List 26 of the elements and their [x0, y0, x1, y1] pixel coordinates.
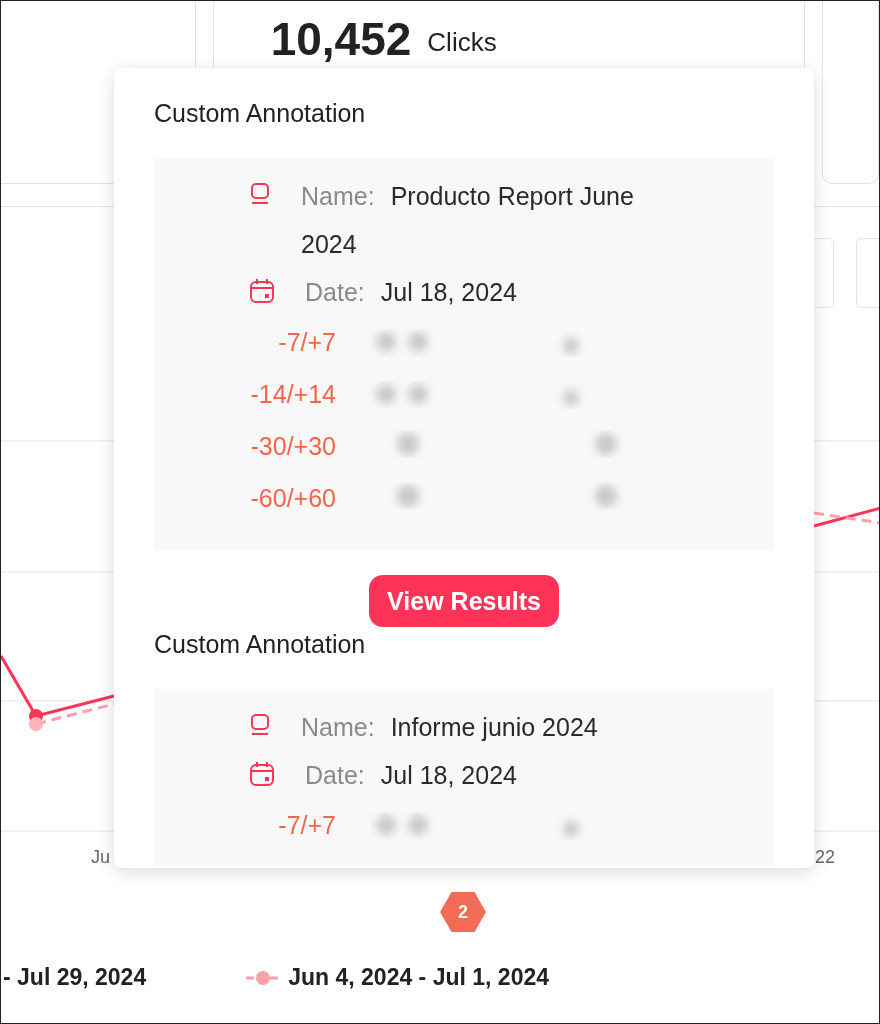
calendar-icon [249, 278, 275, 304]
field-label: Date: [305, 761, 365, 789]
calendar-icon [249, 761, 275, 787]
legend-label: - Jul 29, 2024 [3, 964, 147, 991]
annotation-title: Custom Annotation [154, 629, 367, 660]
range-label: -7/+7 [277, 327, 336, 357]
annotation-date: Jul 18, 2024 [380, 761, 517, 789]
axis-label: Ju [91, 847, 110, 869]
count-badge: 2 [440, 892, 486, 932]
note-icon [249, 182, 271, 206]
range-label: -60/+60 [249, 483, 336, 513]
annotation-name: Name: Producto Report June 2024 [301, 181, 635, 260]
range-label: -14/+14 [249, 379, 336, 409]
stat-value: 10,452 [270, 12, 412, 67]
field-label: Date: [305, 278, 365, 306]
range-label: -7/+7 [277, 810, 336, 840]
note-icon [249, 713, 271, 737]
legend-marker-icon [246, 969, 281, 986]
annotation-name: Name: Informe junio 2024 [301, 712, 598, 743]
legend-label: Jun 4, 2024 - Jul 1, 2024 [288, 964, 550, 991]
annotation-date: Jul 18, 2024 [380, 278, 517, 306]
range-label: -30/+30 [249, 431, 336, 461]
stat-unit: Clicks [427, 26, 497, 59]
annotation-title: Custom Annotation [154, 98, 367, 129]
view-results-button[interactable]: View Results [369, 575, 559, 627]
axis-label: 22 [814, 847, 835, 869]
